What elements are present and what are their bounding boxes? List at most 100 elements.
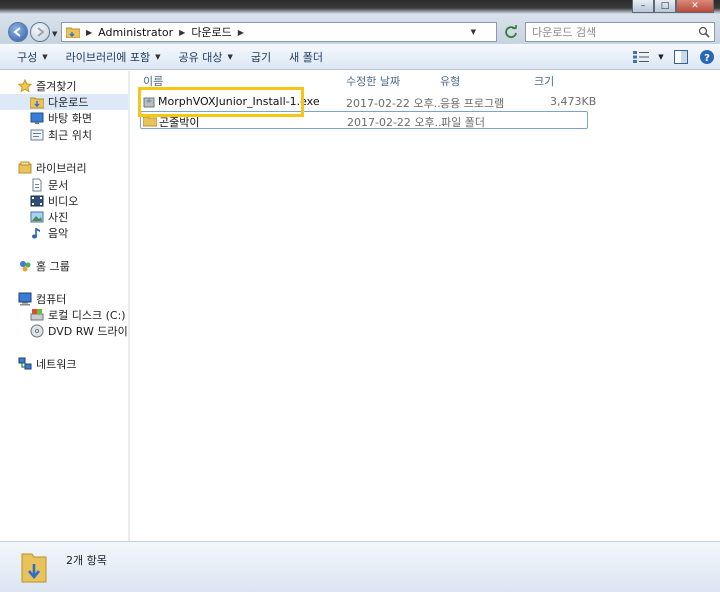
view-dropdown[interactable]: ▼ <box>654 44 668 70</box>
breadcrumb-separator[interactable]: ▶ <box>238 28 244 37</box>
nav-computer[interactable]: 컴퓨터 <box>0 291 128 307</box>
nav-label: 바탕 화면 <box>48 112 92 125</box>
view-options-button[interactable] <box>628 44 654 70</box>
close-button[interactable]: ✕ <box>676 0 714 13</box>
nav-item-downloads[interactable]: 다운로드 <box>0 94 128 110</box>
nav-label: 비디오 <box>48 195 79 208</box>
help-button[interactable]: ? <box>694 44 720 70</box>
nav-label: 최근 위치 <box>48 129 92 142</box>
file-date: 2017-02-22 오후... <box>347 116 446 129</box>
breadcrumb-separator[interactable]: ▶ <box>86 28 92 37</box>
include-library-menu[interactable]: 라이브러리에 포함 ▼ <box>57 44 170 70</box>
nav-label: 홈 그룹 <box>36 260 70 273</box>
title-bar: – □ ✕ ▼ ▶ Administrator ▶ 다운로드 ▶ ▼ 다운로드 … <box>0 0 720 44</box>
breadcrumb-separator[interactable]: ▶ <box>179 28 185 37</box>
folder-icon <box>66 27 80 38</box>
share-with-menu[interactable]: 공유 대상 ▼ <box>170 44 242 70</box>
file-type: 파일 폴더 <box>441 116 485 129</box>
burn-label: 굽기 <box>250 50 272 64</box>
chevron-down-icon: ▼ <box>42 52 48 61</box>
nav-label: 로컬 디스크 (C:) <box>48 309 126 322</box>
nav-item-music[interactable]: 음악 <box>0 225 128 241</box>
network-icon <box>18 357 32 370</box>
search-box[interactable]: 다운로드 검색 <box>525 22 715 42</box>
forward-button[interactable] <box>30 22 50 42</box>
downloads-folder-icon <box>21 553 47 583</box>
column-header-date[interactable]: 수정한 날짜 <box>346 73 400 89</box>
annotation-highlight-box <box>138 87 304 117</box>
search-input[interactable]: 다운로드 검색 <box>532 24 694 40</box>
arrow-right-icon <box>37 27 45 37</box>
address-history-dropdown[interactable]: ▼ <box>471 28 476 36</box>
nav-label: 음악 <box>48 227 69 240</box>
share-with-label: 공유 대상 <box>178 50 223 64</box>
minimize-button[interactable]: – <box>632 0 654 13</box>
breadcrumb-downloads[interactable]: 다운로드 <box>191 24 231 40</box>
recent-places-icon <box>30 129 44 141</box>
search-icon[interactable] <box>694 26 714 38</box>
command-bar: 구성 ▼ 라이브러리에 포함 ▼ 공유 대상 ▼ 굽기 새 폴더 ▼ ? <box>0 44 720 70</box>
nav-label: 즐겨찾기 <box>36 80 77 93</box>
navigation-pane: 즐겨찾기 다운로드 바탕 화면 최근 위치 라이브러리 문서 비디오 사진 음악… <box>0 71 128 541</box>
music-icon <box>32 228 40 239</box>
nav-label: 네트워크 <box>36 358 77 371</box>
help-icon: ? <box>700 50 714 64</box>
dvd-drive-icon <box>30 324 44 338</box>
pictures-icon <box>30 211 44 223</box>
nav-label: 다운로드 <box>48 96 89 109</box>
status-bar: 2개 항목 <box>0 541 720 592</box>
column-header-size[interactable]: 크기 <box>534 73 554 89</box>
recent-pages-dropdown[interactable]: ▼ <box>52 30 57 38</box>
chevron-down-icon: ▼ <box>227 52 233 61</box>
refresh-icon <box>505 25 517 38</box>
preview-pane-icon <box>674 50 688 64</box>
nav-item-videos[interactable]: 비디오 <box>0 193 128 209</box>
address-bar[interactable]: ▶ Administrator ▶ 다운로드 ▶ ▼ <box>61 22 497 42</box>
libraries-icon <box>18 161 32 174</box>
nav-network[interactable]: 네트워크 <box>0 356 128 372</box>
include-library-label: 라이브러리에 포함 <box>65 50 151 64</box>
organize-menu[interactable]: 구성 ▼ <box>8 44 57 70</box>
window-controls: – □ ✕ <box>632 0 714 14</box>
burn-button[interactable]: 굽기 <box>242 44 280 70</box>
nav-label: DVD RW 드라이브 ( <box>48 325 128 338</box>
nav-item-recent-places[interactable]: 최근 위치 <box>0 127 128 143</box>
file-type: 응용 프로그램 <box>440 97 505 110</box>
item-count: 2개 항목 <box>66 554 107 567</box>
star-icon <box>18 79 32 93</box>
nav-favorites[interactable]: 즐겨찾기 <box>0 78 128 94</box>
computer-icon <box>18 292 32 306</box>
file-size: 3,473KB <box>550 95 597 108</box>
nav-item-pictures[interactable]: 사진 <box>0 209 128 225</box>
homegroup-icon <box>20 261 31 272</box>
file-list: 이름 수정한 날짜 유형 크기 MorphVOXJunior_Install-1… <box>130 71 720 541</box>
nav-libraries[interactable]: 라이브러리 <box>0 160 128 176</box>
nav-label: 라이브러리 <box>36 162 87 175</box>
arrow-left-icon <box>13 27 21 37</box>
chevron-down-icon: ▼ <box>658 53 664 61</box>
nav-label: 컴퓨터 <box>36 293 67 306</box>
maximize-button[interactable]: □ <box>654 0 676 13</box>
refresh-button[interactable] <box>500 22 522 42</box>
breadcrumb-administrator[interactable]: Administrator <box>98 26 173 39</box>
new-folder-label: 새 폴더 <box>289 50 323 64</box>
svg-text:?: ? <box>704 53 710 64</box>
preview-pane-button[interactable] <box>668 44 694 70</box>
file-date: 2017-02-22 오후... <box>346 97 445 110</box>
desktop-icon <box>30 112 44 124</box>
column-header-type[interactable]: 유형 <box>440 73 460 89</box>
nav-label: 사진 <box>48 211 69 224</box>
nav-item-desktop[interactable]: 바탕 화면 <box>0 110 128 126</box>
hard-drive-icon <box>30 309 44 321</box>
nav-item-local-disk[interactable]: 로컬 디스크 (C:) <box>0 307 128 323</box>
videos-icon <box>30 195 44 207</box>
nav-label: 문서 <box>48 179 69 192</box>
nav-homegroup[interactable]: 홈 그룹 <box>0 258 128 274</box>
back-button[interactable] <box>8 22 28 42</box>
nav-item-documents[interactable]: 문서 <box>0 177 128 193</box>
downloads-folder-icon <box>30 97 44 109</box>
organize-label: 구성 <box>17 50 38 64</box>
documents-icon <box>32 178 42 192</box>
nav-item-dvd-drive[interactable]: DVD RW 드라이브 ( <box>0 323 128 339</box>
new-folder-button[interactable]: 새 폴더 <box>280 44 332 70</box>
